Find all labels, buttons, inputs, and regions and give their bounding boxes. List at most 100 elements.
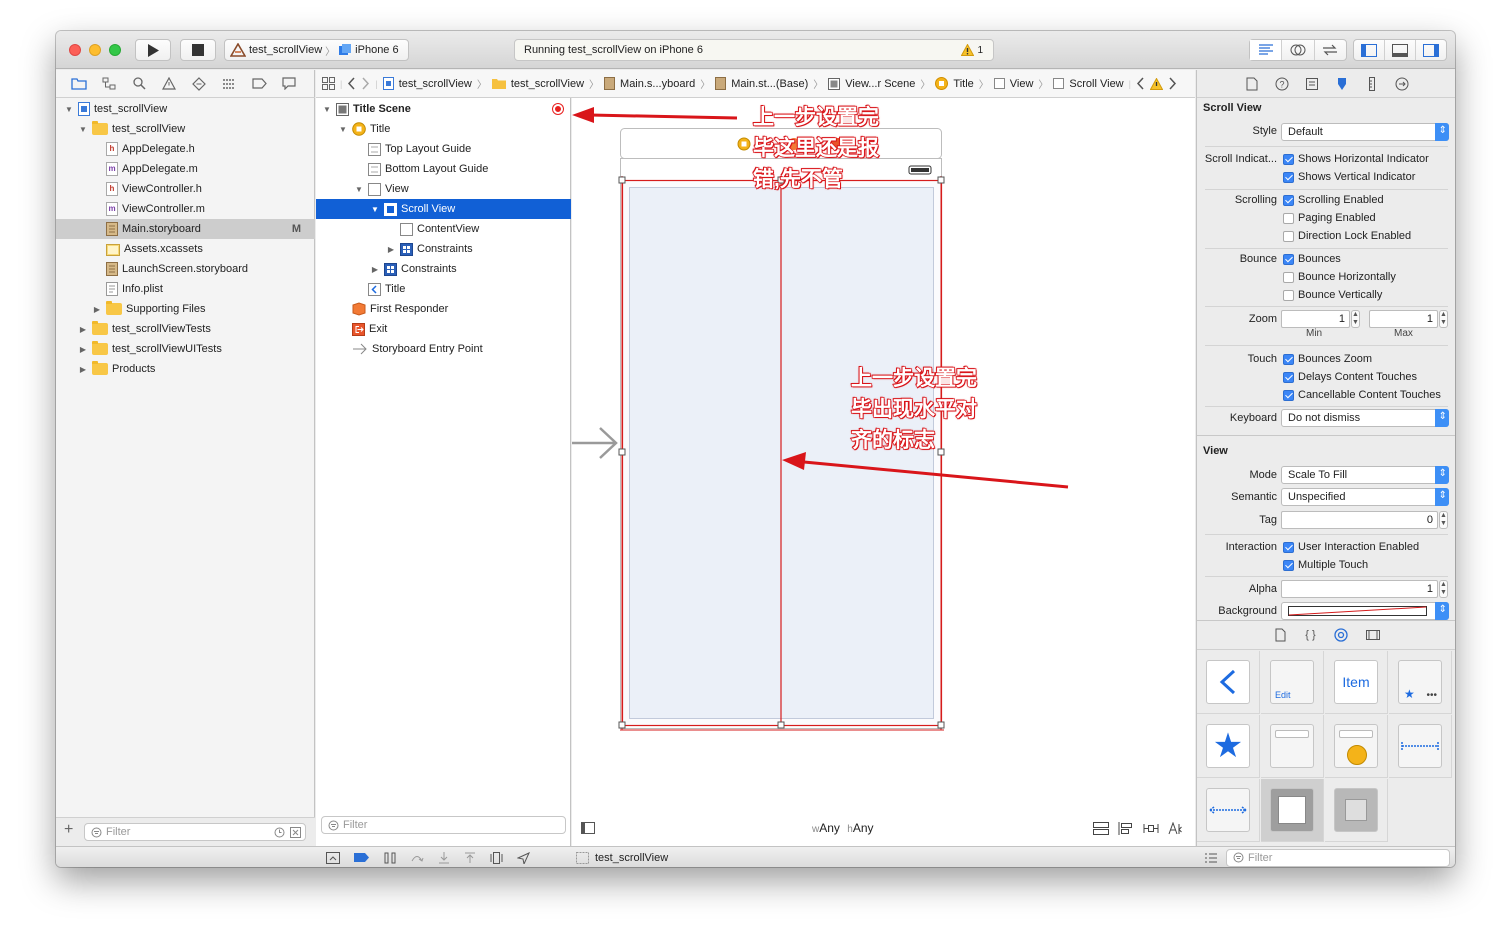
view-toggle-control[interactable]: [1353, 39, 1447, 61]
bounce-horizontally-checkbox[interactable]: [1283, 272, 1294, 283]
debug-navigator-tab[interactable]: [218, 78, 240, 90]
breakpoint-navigator-tab[interactable]: [248, 78, 270, 89]
recent-clock-icon[interactable]: [274, 827, 285, 838]
warning-icon[interactable]: [1149, 77, 1163, 90]
stop-button[interactable]: [180, 39, 216, 61]
zoom-min-field[interactable]: 1: [1281, 310, 1350, 328]
library-item-text-field[interactable]: Edit: [1261, 651, 1324, 714]
outline-row[interactable]: ▶ Constraints: [316, 259, 571, 279]
quick-help-icon[interactable]: ?: [1273, 77, 1291, 91]
library-item-flexible-space[interactable]: [1389, 715, 1452, 778]
scm-filter-icon[interactable]: [290, 826, 301, 838]
multiple-touch-checkbox[interactable]: [1283, 560, 1294, 571]
disclosure-closed-icon[interactable]: ▶: [370, 265, 380, 274]
disclosure-open-icon[interactable]: ▼: [78, 125, 88, 134]
style-popup[interactable]: Default: [1281, 123, 1449, 141]
outline-row[interactable]: Title: [316, 279, 571, 299]
toggle-debug-area-button[interactable]: [1385, 40, 1416, 60]
library-item-bar-button-item[interactable]: Item: [1325, 651, 1388, 714]
attributes-inspector-icon[interactable]: [1333, 77, 1351, 91]
simulate-location-icon[interactable]: [517, 851, 530, 864]
outline-row[interactable]: First Responder: [316, 299, 571, 319]
disclosure-open-icon[interactable]: ▼: [370, 205, 380, 214]
pin-icon[interactable]: [1143, 822, 1159, 835]
add-plus-icon[interactable]: +: [64, 821, 73, 839]
breadcrumb-project[interactable]: test_scrollView: [399, 78, 472, 90]
content-mode-popup[interactable]: Scale To Fill: [1281, 466, 1449, 484]
disclosure-closed-icon[interactable]: ▶: [78, 365, 88, 374]
tag-stepper[interactable]: ▲ ▼: [1439, 511, 1448, 529]
disclosure-open-icon[interactable]: ▼: [64, 105, 74, 114]
library-item-search-display[interactable]: [1325, 715, 1388, 778]
pause-icon[interactable]: [384, 852, 396, 864]
outline-row[interactable]: ContentView: [316, 219, 571, 239]
breadcrumb-view-controller[interactable]: Title: [953, 78, 973, 90]
debug-view-hierarchy-icon[interactable]: [490, 851, 503, 864]
breadcrumb-group[interactable]: test_scrollView: [511, 78, 584, 90]
navigator-row[interactable]: h AppDelegate.h: [56, 139, 315, 159]
disclosure-closed-icon[interactable]: ▶: [78, 325, 88, 334]
file-template-library-icon[interactable]: [1273, 628, 1287, 642]
navigator-row[interactable]: Info.plist: [56, 279, 315, 299]
outline-row[interactable]: Bottom Layout Guide: [316, 159, 571, 179]
symbol-navigator-tab[interactable]: [98, 77, 120, 90]
background-color-well[interactable]: [1281, 602, 1449, 620]
previous-issue-icon[interactable]: [1136, 77, 1145, 90]
file-inspector-icon[interactable]: [1243, 77, 1261, 91]
outline-row[interactable]: ▼ Title Scene: [316, 99, 571, 119]
breadcrumb-storyboard-base[interactable]: Main.st...(Base): [731, 78, 808, 90]
zoom-max-field[interactable]: 1: [1369, 310, 1438, 328]
hide-debug-area-icon[interactable]: [326, 851, 340, 864]
paging-enabled-checkbox[interactable]: [1283, 213, 1294, 224]
delays-content-touches-checkbox[interactable]: [1283, 372, 1294, 383]
scrolling-enabled-checkbox[interactable]: [1283, 195, 1294, 206]
shows-vertical-checkbox[interactable]: [1283, 172, 1294, 183]
library-item-fixed-space[interactable]: [1197, 779, 1260, 842]
library-item-bar-button-back[interactable]: [1197, 651, 1260, 714]
zoom-window-button[interactable]: [109, 44, 121, 56]
forward-arrow-icon[interactable]: [361, 77, 370, 90]
library-item-scroll-view[interactable]: [1261, 779, 1324, 842]
disclosure-open-icon[interactable]: ▼: [322, 105, 332, 114]
navigator-row[interactable]: ▶ Products: [56, 359, 315, 379]
keyboard-popup[interactable]: Do not dismiss: [1281, 409, 1449, 427]
navigator-row[interactable]: ▶ Supporting Files: [56, 299, 315, 319]
direction-lock-checkbox[interactable]: [1283, 231, 1294, 242]
bounce-vertically-checkbox[interactable]: [1283, 290, 1294, 301]
disclosure-closed-icon[interactable]: ▶: [92, 305, 102, 314]
list-view-toggle-icon[interactable]: [1204, 852, 1218, 864]
navigator-row[interactable]: m AppDelegate.m: [56, 159, 315, 179]
shows-horizontal-checkbox[interactable]: [1283, 154, 1294, 165]
outline-row[interactable]: ▼ Scroll View: [316, 199, 571, 219]
navigator-row[interactable]: LaunchScreen.storyboard: [56, 259, 315, 279]
navigator-row[interactable]: h ViewController.h: [56, 179, 315, 199]
zoom-min-stepper[interactable]: ▲ ▼: [1351, 310, 1360, 328]
semantic-popup[interactable]: Unspecified: [1281, 488, 1449, 506]
disclosure-open-icon[interactable]: ▼: [338, 125, 348, 134]
tag-field[interactable]: 0: [1281, 511, 1438, 529]
disclosure-open-icon[interactable]: ▼: [354, 185, 364, 194]
size-class-control[interactable]: wAny hAny: [812, 821, 874, 835]
disclosure-closed-icon[interactable]: ▶: [78, 345, 88, 354]
toggle-utilities-button[interactable]: [1416, 40, 1446, 60]
outline-row[interactable]: Storyboard Entry Point: [316, 339, 571, 359]
breadcrumb-scroll-view[interactable]: Scroll View: [1069, 78, 1123, 90]
code-snippet-library-icon[interactable]: { }: [1305, 629, 1315, 641]
warning-badge[interactable]: 1: [961, 44, 983, 56]
editor-mode-control[interactable]: [1249, 39, 1347, 61]
breakpoints-toggle-icon[interactable]: [354, 852, 370, 863]
breadcrumb-storyboard[interactable]: Main.s...yboard: [620, 78, 695, 90]
issue-navigator-tab[interactable]: [158, 77, 180, 90]
breadcrumb-scene[interactable]: View...r Scene: [845, 78, 915, 90]
resolve-auto-layout-icon[interactable]: [1168, 822, 1184, 835]
align-icon[interactable]: [1118, 822, 1134, 835]
library-item-toolbar[interactable]: ★ •••: [1389, 651, 1452, 714]
zoom-max-stepper[interactable]: ▲ ▼: [1439, 310, 1448, 328]
disclosure-closed-icon[interactable]: ▶: [386, 245, 396, 254]
navigator-row[interactable]: ▼ test_scrollView: [56, 119, 315, 139]
assistant-editor-button[interactable]: [1282, 40, 1315, 60]
version-editor-button[interactable]: [1315, 40, 1346, 60]
library-item-search-bar[interactable]: [1261, 715, 1324, 778]
alpha-stepper[interactable]: ▲ ▼: [1439, 580, 1448, 598]
user-interaction-checkbox[interactable]: [1283, 542, 1294, 553]
